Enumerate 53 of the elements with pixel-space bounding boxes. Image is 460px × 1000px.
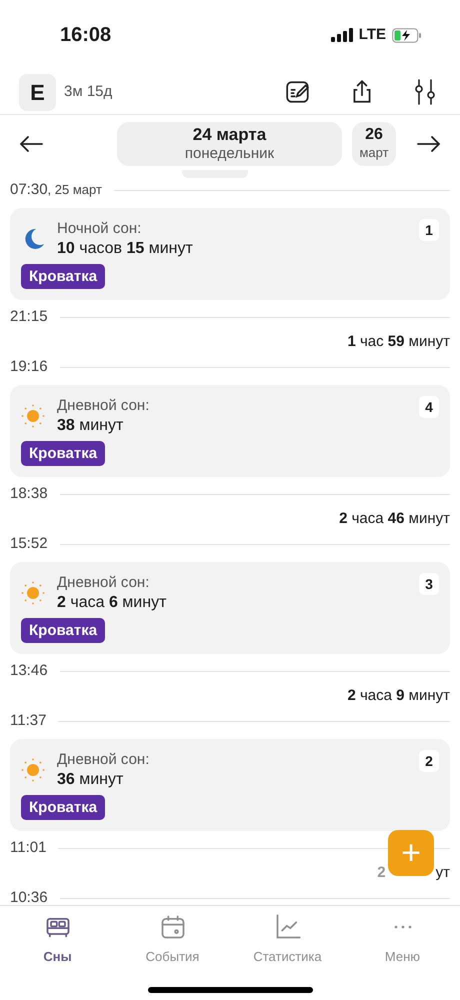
awake-duration: 1 час 59 минут <box>347 332 450 352</box>
settings-icon[interactable] <box>413 79 437 105</box>
chart-icon <box>274 913 302 941</box>
sleep-card[interactable]: Дневной сон: 2 часа 6 минут 3 Кроватка <box>10 562 450 654</box>
sleep-type: Дневной сон: <box>57 750 150 770</box>
sleep-type: Ночной сон: <box>57 219 142 239</box>
time-label: 18:38 <box>10 484 48 504</box>
place-tag: Кроватка <box>21 618 106 643</box>
avatar[interactable]: E <box>19 74 56 110</box>
back-arrow-icon[interactable] <box>18 134 44 154</box>
awake-duration: 2 <box>377 863 386 884</box>
network-label: LTE <box>358 24 386 45</box>
sleep-type: Дневной сон: <box>57 573 150 593</box>
sun-icon <box>21 404 45 428</box>
awake-duration: 2 часа 46 минут <box>339 509 450 530</box>
sleep-card[interactable]: Дневной сон: 36 минут 2 Кроватка <box>10 739 450 831</box>
next-date-button[interactable]: 26 март <box>352 122 396 166</box>
place-tag: Кроватка <box>21 795 106 820</box>
sleep-number: 2 <box>419 750 439 772</box>
place-tag: Кроватка <box>21 264 106 289</box>
sun-icon <box>21 758 45 782</box>
sleep-number: 3 <box>419 573 439 595</box>
sleep-duration: 36 минут <box>57 770 124 790</box>
sleep-duration: 10 часов 15 минут <box>57 239 193 259</box>
awake-duration: 2 часа 9 минут <box>347 686 450 706</box>
sleep-number: 1 <box>419 219 439 241</box>
time-label: 11:01 <box>10 838 46 858</box>
time-label: 10:36 <box>10 888 48 905</box>
signal-icon <box>330 28 353 42</box>
time-label: 13:46 <box>10 661 48 682</box>
sleep-card[interactable]: Дневной сон: 38 минут 4 Кроватка <box>10 385 450 477</box>
place-tag: Кроватка <box>21 441 106 466</box>
calendar-icon <box>158 913 186 941</box>
child-age: 3м 15д <box>64 82 112 102</box>
sleep-type: Дневной сон: <box>57 396 150 416</box>
edit-icon[interactable] <box>285 79 311 105</box>
awake-duration: ут <box>436 863 450 884</box>
sleep-number: 4 <box>419 396 439 418</box>
sleep-duration: 38 минут <box>57 416 124 436</box>
time-label: 19:16 <box>10 357 48 378</box>
sleep-duration: 2 часа 6 минут <box>57 593 166 613</box>
sun-icon <box>21 581 45 605</box>
tab-bar-item[interactable]: Сны <box>0 906 115 966</box>
time-label: 11:37 <box>10 711 46 732</box>
time-label: 07:30, 25 март <box>10 180 102 200</box>
time-label: 21:15 <box>10 307 48 328</box>
current-date-button[interactable]: 24 марта понедельник <box>117 122 342 166</box>
time-label: 15:52 <box>10 534 48 554</box>
more-icon <box>392 924 414 930</box>
sleep-card[interactable]: Ночной сон: 10 часов 15 минут 1 Кроватка <box>10 208 450 300</box>
status-time: 16:08 <box>60 23 112 48</box>
battery-icon <box>392 28 422 42</box>
forward-arrow-icon[interactable] <box>416 134 442 154</box>
